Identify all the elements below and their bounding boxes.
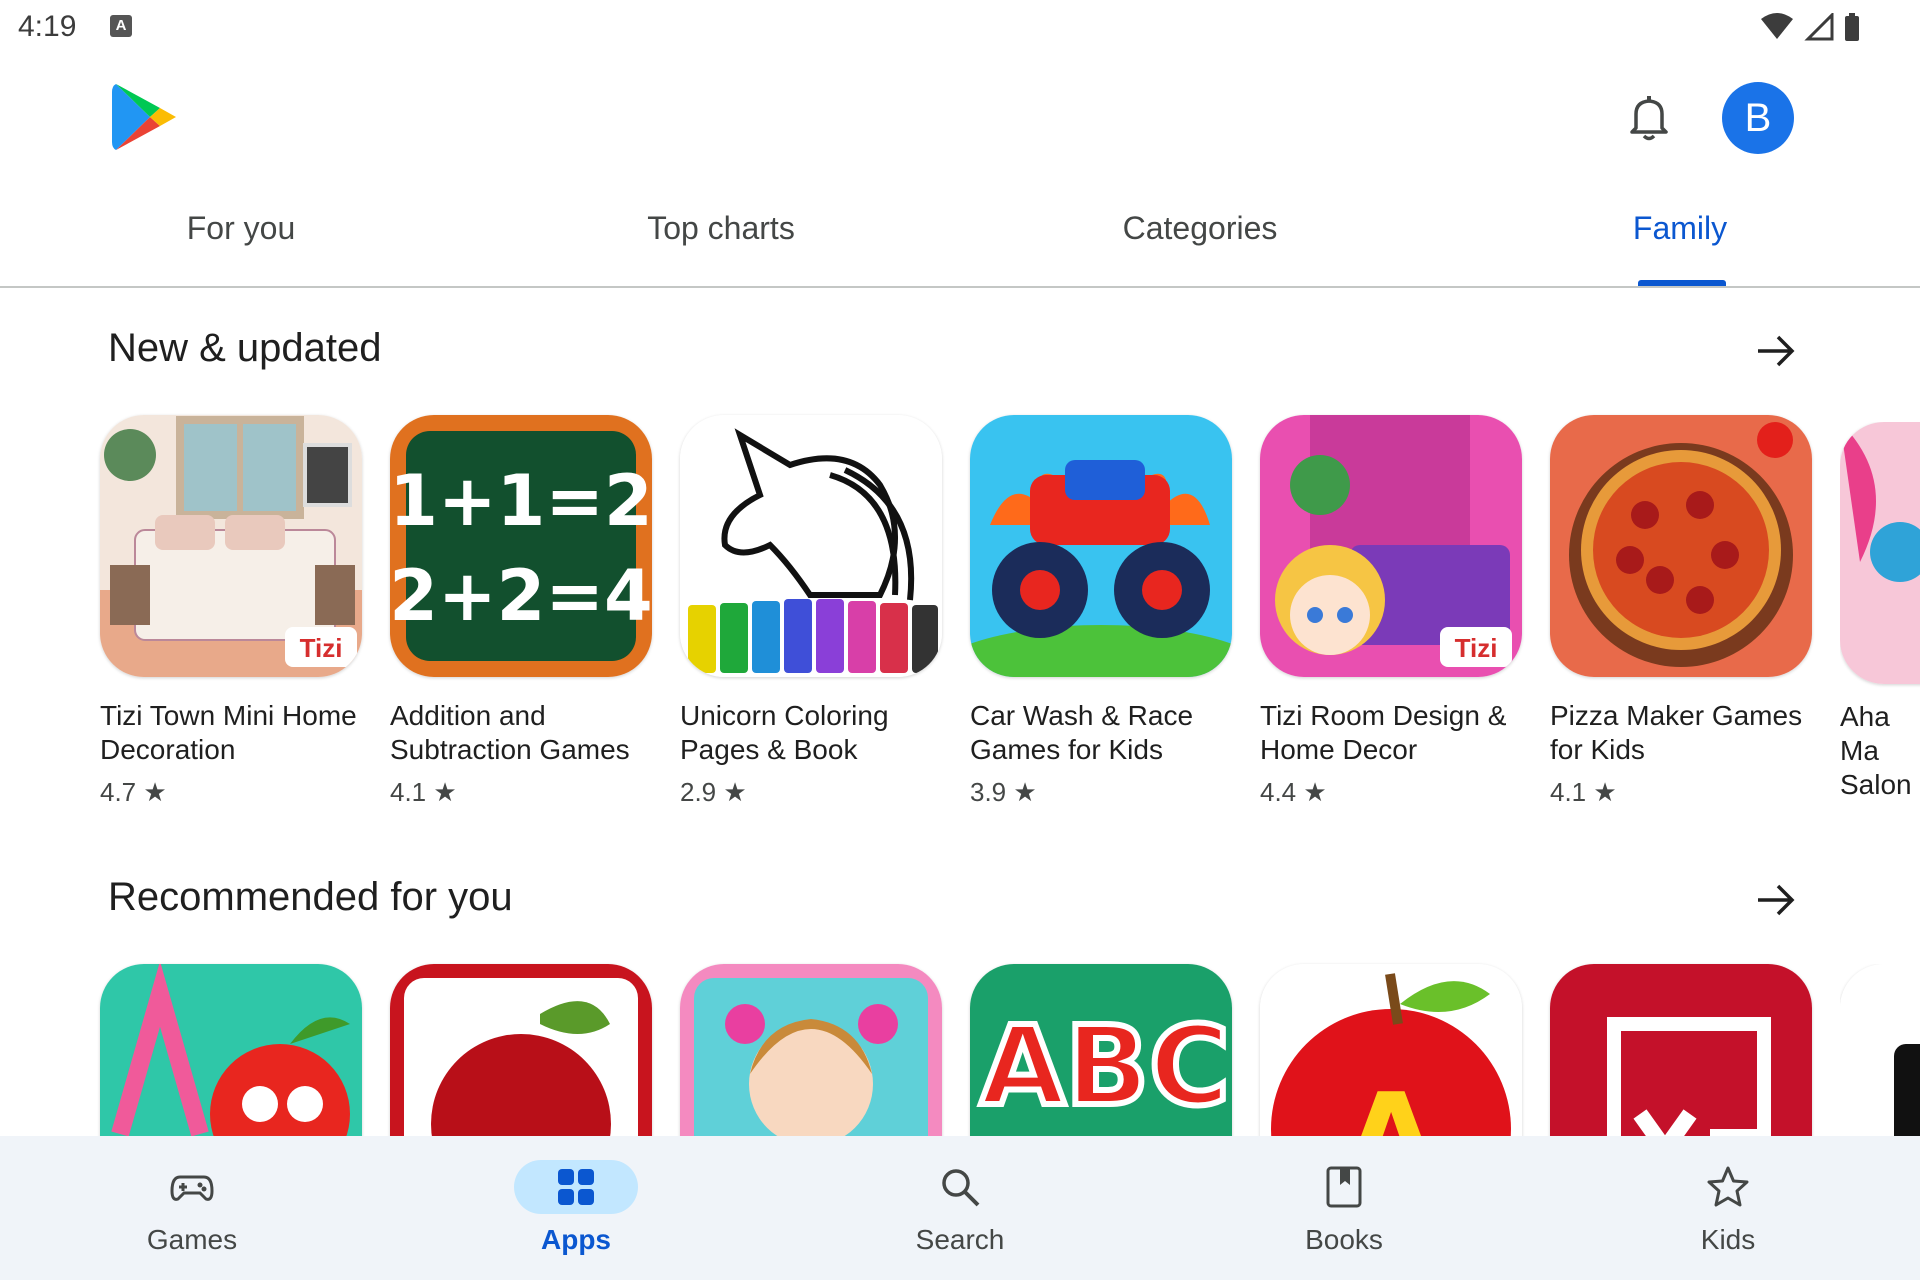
tab-bar: For you Top charts Categories Family	[0, 190, 1920, 286]
section-title-new-updated: New & updated	[108, 326, 382, 370]
app-card[interactable]: Pizza Maker Games for Kids 4.1 ★	[1550, 415, 1812, 808]
app-icon: Tizi	[1260, 415, 1522, 677]
status-bar: 4:19 A	[0, 0, 1920, 56]
app-icon	[680, 415, 942, 677]
nav-icon-container	[130, 1160, 254, 1214]
google-play-logo	[112, 84, 176, 150]
app-card[interactable]: Tizi Tizi Town Mini Home Decoration 4.7 …	[100, 415, 362, 808]
nav-label: Books	[1305, 1224, 1383, 1255]
app-name: Pizza Maker Games for Kids	[1550, 700, 1803, 765]
notification-a-icon: A	[110, 15, 132, 37]
app-card[interactable]: 1+1=2 2+2=4 Addition and Subtraction Gam…	[390, 415, 652, 808]
app-card[interactable]: Unicorn Coloring Pages & Book 2.9 ★	[680, 415, 942, 808]
tabs-divider	[0, 286, 1920, 288]
app-icon: Tizi	[100, 415, 362, 677]
app-rating: 3.9 ★	[970, 777, 1037, 807]
nav-kids[interactable]: Kids	[1628, 1136, 1828, 1280]
app-rating: 4.7 ★	[100, 777, 167, 807]
arrow-right-icon[interactable]	[1754, 878, 1798, 922]
nav-games[interactable]: Games	[92, 1136, 292, 1280]
app-name: Unicorn Coloring Pages & Book	[680, 700, 889, 765]
app-name: Aha Ma Salon	[1840, 701, 1912, 800]
nav-apps[interactable]: Apps	[476, 1136, 676, 1280]
app-name: Tizi Room Design & Home Decor	[1260, 700, 1507, 765]
nav-icon-container	[514, 1160, 638, 1214]
tab-top-charts[interactable]: Top charts	[647, 210, 795, 247]
nav-search[interactable]: Search	[860, 1136, 1060, 1280]
tab-categories[interactable]: Categories	[1123, 210, 1278, 247]
star-icon	[1707, 1166, 1749, 1207]
app-icon	[1550, 415, 1812, 677]
gamepad-icon	[170, 1175, 214, 1201]
abc-letters: ABC	[980, 1002, 1230, 1130]
tizi-badge: Tizi	[300, 633, 343, 663]
signal-icon	[1804, 13, 1834, 41]
app-icon	[1840, 422, 1920, 684]
notifications-bell-icon[interactable]	[1624, 92, 1674, 142]
app-card[interactable]: Car Wash & Race Games for Kids 3.9 ★	[970, 415, 1232, 808]
app-name: Car Wash & Race Games for Kids	[970, 700, 1194, 765]
app-rating: 4.1 ★	[390, 777, 457, 807]
section-title-recommended: Recommended for you	[108, 875, 513, 919]
nav-label: Apps	[541, 1224, 611, 1255]
arrow-right-icon[interactable]	[1754, 329, 1798, 373]
app-icon: 1+1=2 2+2=4	[390, 415, 652, 677]
app-icon	[970, 415, 1232, 677]
tab-for-you[interactable]: For you	[187, 210, 295, 247]
nav-icon-container	[1666, 1160, 1790, 1214]
app-rating: 4.4 ★	[1260, 777, 1327, 807]
app-name: Addition and Subtraction Games	[390, 700, 630, 765]
search-icon	[942, 1169, 980, 1207]
math-line-2: 2+2=4	[390, 555, 652, 637]
book-icon	[1326, 1166, 1362, 1208]
math-line-1: 1+1=2	[390, 460, 652, 542]
tab-family[interactable]: Family	[1633, 210, 1727, 247]
app-name: Tizi Town Mini Home Decoration	[100, 700, 357, 765]
nav-books[interactable]: Books	[1244, 1136, 1444, 1280]
nav-label: Games	[146, 1224, 238, 1255]
status-time: 4:19	[18, 10, 77, 43]
battery-icon	[1845, 13, 1859, 41]
nav-icon-container	[1282, 1160, 1406, 1214]
status-icons	[1760, 12, 1860, 42]
nav-icon-container	[898, 1160, 1022, 1214]
app-card[interactable]: Tizi Tizi Room Design & Home Decor 4.4 ★	[1260, 415, 1522, 808]
nav-label: Kids	[1700, 1224, 1756, 1255]
tizi-badge: Tizi	[1455, 633, 1498, 663]
app-card[interactable]: Aha Ma Salon	[1840, 422, 1920, 802]
nav-label: Search	[915, 1224, 1005, 1255]
app-rating: 4.1 ★	[1550, 777, 1617, 807]
app-rating: 2.9 ★	[680, 777, 747, 807]
wifi-icon	[1761, 13, 1793, 39]
apps-grid-icon	[558, 1169, 594, 1205]
account-avatar[interactable]: B	[1722, 82, 1794, 154]
bottom-navigation: Games Apps Search Books Kids	[0, 1136, 1920, 1280]
